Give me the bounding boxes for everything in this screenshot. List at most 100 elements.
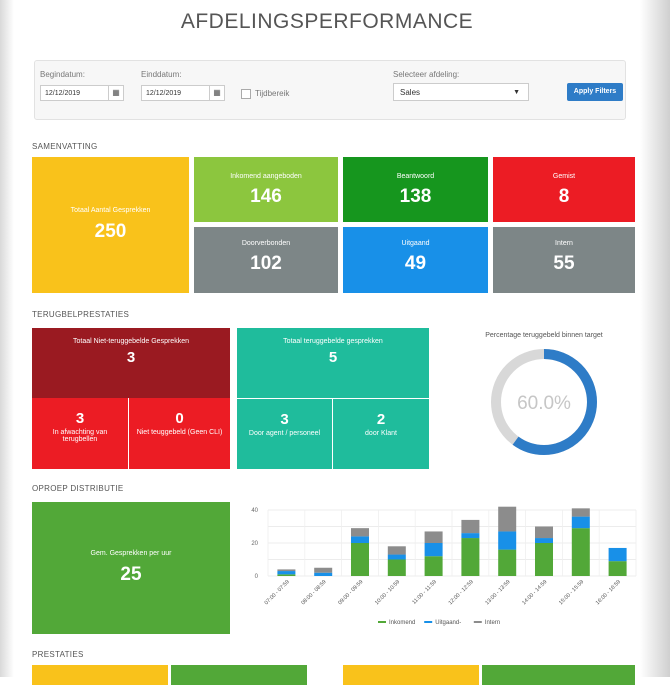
bar-segment bbox=[314, 572, 333, 576]
bar-segment bbox=[571, 528, 590, 576]
y-tick-label: 20 bbox=[251, 541, 258, 547]
distribution-chart: 0 20 40 07:00 - 07:59 08:00 - 08:59 09:00 - 0… bbox=[236, 502, 642, 632]
distribution-heading: OPROEP DISTRIBUTIE bbox=[32, 484, 124, 493]
incoming-label: Inkomend aangeboden bbox=[230, 173, 302, 180]
waiting-callback-label: In afwachting van terugbellen bbox=[52, 429, 108, 443]
internal-value: 55 bbox=[553, 253, 575, 274]
bar-segment bbox=[461, 538, 480, 576]
bar-segment bbox=[387, 546, 406, 555]
begin-date-input[interactable]: 12/12/2019 ▦ bbox=[40, 85, 124, 101]
by-client-label: door Klant bbox=[365, 430, 397, 437]
internal-label: Intern bbox=[555, 240, 573, 247]
gauge-value: 60.0% bbox=[517, 393, 571, 414]
x-tick-label: 12:00 - 12:59 bbox=[448, 579, 475, 606]
x-tick-label: 07:00 - 07:59 bbox=[264, 579, 291, 606]
department-select[interactable]: Sales ▼ bbox=[393, 83, 529, 101]
y-tick-label: 40 bbox=[251, 508, 258, 514]
department-label: Selecteer afdeling: bbox=[393, 70, 460, 79]
chevron-down-icon: ▼ bbox=[513, 89, 520, 96]
bar-segment bbox=[424, 531, 443, 543]
no-cli-label: Niet teuggebeld (Geen CLI) bbox=[136, 429, 223, 436]
bar-segment bbox=[571, 508, 590, 517]
answered-label: Beantwoord bbox=[396, 173, 435, 180]
page-shadow-right bbox=[640, 0, 670, 677]
end-date-value: 12/12/2019 bbox=[146, 90, 182, 97]
bar-segment bbox=[351, 536, 369, 543]
bar-segment bbox=[498, 549, 517, 576]
end-date-label: Einddatum: bbox=[141, 70, 182, 79]
bar-segment bbox=[277, 574, 296, 576]
no-cli-value: 0 bbox=[175, 410, 184, 427]
bar-segment bbox=[424, 556, 443, 576]
bar-segment bbox=[535, 543, 553, 576]
x-tick-label: 14:00 - 14:59 bbox=[521, 579, 548, 606]
bar-segment bbox=[608, 561, 627, 576]
x-tick-label: 13:00 - 13:59 bbox=[484, 579, 511, 606]
missed-value: 8 bbox=[558, 186, 570, 207]
bar-segment bbox=[608, 547, 627, 562]
waiting-callback-value: 3 bbox=[75, 410, 85, 427]
callback-percentage-label: Percentage teruggebeld binnen target bbox=[485, 332, 603, 339]
timerange-checkbox[interactable] bbox=[241, 89, 251, 99]
legend-label: Uitgaand- bbox=[435, 620, 461, 626]
bar-segment bbox=[535, 526, 553, 539]
incoming-tile: Inkomend aangeboden 146 bbox=[194, 157, 338, 222]
calendar-icon[interactable]: ▦ bbox=[108, 86, 123, 100]
bar-segment bbox=[277, 569, 296, 572]
transferred-tile: Doorverbonden 102 bbox=[194, 227, 338, 293]
bar-segment bbox=[351, 528, 369, 537]
total-calls-value: 250 bbox=[94, 221, 127, 242]
performance-heading: PRESTATIES bbox=[32, 650, 84, 659]
calendar-icon[interactable]: ▦ bbox=[209, 86, 224, 100]
x-tick-label: 16:00 - 16:59 bbox=[595, 579, 622, 606]
bar-segment bbox=[277, 571, 296, 575]
total-calls-label: Totaal Aantal Gesprekken bbox=[70, 207, 151, 214]
apply-filters-button[interactable]: Apply Filters bbox=[567, 83, 623, 101]
end-date-input[interactable]: 12/12/2019 ▦ bbox=[141, 85, 225, 101]
avg-calls-label: Gem. Gesprekken per uur bbox=[90, 550, 172, 557]
not-called-back-value: 3 bbox=[126, 349, 136, 366]
not-called-back-label: Totaal Niet-teruggebelde Gesprekken bbox=[73, 338, 189, 345]
x-tick-label: 11:00 - 11:59 bbox=[411, 579, 438, 606]
outgoing-value: 49 bbox=[404, 253, 427, 274]
by-agent-value: 3 bbox=[280, 411, 289, 428]
performance-tile-4 bbox=[482, 665, 635, 685]
incoming-value: 146 bbox=[250, 186, 282, 207]
bar-segment bbox=[387, 559, 406, 576]
bar-segment bbox=[314, 567, 333, 573]
called-back-value: 5 bbox=[328, 349, 338, 366]
summary-heading: SAMENVATTING bbox=[32, 142, 98, 151]
answered-tile: Beantwoord 138 bbox=[343, 157, 488, 222]
bar-segment bbox=[424, 543, 443, 557]
begin-date-value: 12/12/2019 bbox=[45, 90, 81, 97]
callback-percentage-gauge: 60.0% bbox=[491, 349, 597, 455]
bar-segment bbox=[387, 554, 406, 560]
answered-value: 138 bbox=[399, 186, 432, 207]
callback-heading: TERUGBELPRESTATIES bbox=[32, 310, 130, 319]
filter-panel: Begindatum: 12/12/2019 ▦ Einddatum: 12/1… bbox=[34, 60, 626, 120]
bar-segment bbox=[571, 516, 590, 529]
bar-segment bbox=[461, 519, 480, 534]
outgoing-label: Uitgaand bbox=[401, 240, 430, 247]
performance-tile-2 bbox=[171, 665, 307, 685]
bar-segment bbox=[351, 543, 369, 576]
not-called-back-tile: Totaal Niet-teruggebelde Gesprekken 3 bbox=[32, 328, 230, 398]
outgoing-tile: Uitgaand 49 bbox=[343, 227, 488, 293]
legend-label: Inkomend bbox=[389, 620, 415, 626]
x-tick-label: 09:00 - 09:59 bbox=[337, 579, 364, 606]
missed-tile: Gemist 8 bbox=[493, 157, 635, 222]
performance-tile-3 bbox=[343, 665, 479, 685]
x-tick-label: 10:00 - 10:59 bbox=[374, 579, 401, 606]
bar-segment bbox=[461, 533, 480, 539]
missed-label: Gemist bbox=[552, 173, 576, 180]
x-tick-label: 15:00 - 15:59 bbox=[558, 579, 585, 606]
transferred-label: Doorverbonden bbox=[241, 240, 291, 247]
page-shadow-left bbox=[0, 0, 14, 677]
begin-date-label: Begindatum: bbox=[40, 70, 85, 79]
legend-label: Intern bbox=[485, 620, 500, 626]
no-cli-tile: 0 Niet teuggebeld (Geen CLI) bbox=[129, 398, 230, 469]
called-back-label: Totaal teruggebelde gesprekken bbox=[283, 338, 383, 345]
performance-tile-1 bbox=[32, 665, 168, 685]
avg-calls-value: 25 bbox=[120, 564, 142, 585]
bar-segment bbox=[498, 506, 517, 532]
